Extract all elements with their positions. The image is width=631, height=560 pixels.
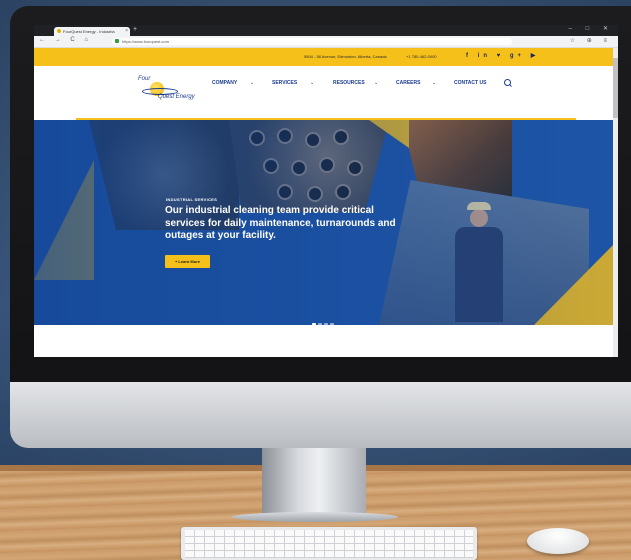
url-text: https://www.fourquest.com <box>122 39 169 44</box>
monitor-chin <box>10 382 631 448</box>
chevron-down-icon[interactable]: ⌄ <box>250 80 254 86</box>
url-field[interactable]: https://www.fourquest.com <box>112 38 512 45</box>
keyboard <box>181 527 477 560</box>
nav-item-careers[interactable]: CAREERS <box>396 80 420 86</box>
window-controls[interactable]: – □ ✕ <box>569 25 614 32</box>
site-navigation: Four Quest Energy COMPANY ⌄ SERVICES ⌄ R… <box>34 66 618 120</box>
nav-item-company[interactable]: COMPANY <box>212 80 237 86</box>
tab-title: FourQuest Energy - Industria <box>63 29 115 34</box>
monitor-stand <box>262 440 366 518</box>
social-icons[interactable]: f in ♥ g+ ▶ <box>466 52 539 59</box>
nav-item-resources[interactable]: RESOURCES <box>333 80 365 86</box>
browser-address-bar: ← → C ⌂ https://www.fourquest.com ☆ ⊕ ≡ <box>34 36 618 48</box>
slider-dots <box>312 314 336 325</box>
logo-text-top: Four <box>138 76 151 82</box>
fourquest-logo[interactable]: Four Quest Energy <box>138 76 198 106</box>
chevron-down-icon[interactable]: ⌄ <box>310 80 314 86</box>
site-top-bar: 5504 - 58 Avenue, Edmonton, Alberta, Can… <box>34 48 618 66</box>
chevron-down-icon[interactable]: ⌄ <box>374 80 378 86</box>
nav-item-services[interactable]: SERVICES <box>272 80 297 86</box>
browser-tab-bar: FourQuest Energy - Industria × + – □ ✕ <box>34 25 618 36</box>
lock-icon <box>115 39 119 43</box>
chevron-down-icon[interactable]: ⌄ <box>432 80 436 86</box>
hero-eyebrow: INDUSTRIAL SERVICES <box>166 197 218 202</box>
new-tab-icon[interactable]: + <box>133 26 137 33</box>
monitor-screen: FourQuest Energy - Industria × + – □ ✕ ←… <box>34 25 618 357</box>
scrollbar[interactable] <box>613 48 618 357</box>
phone-text[interactable]: +1 780-462-0000 <box>406 54 437 59</box>
browser-tool-icons[interactable]: ☆ ⊕ ≡ <box>570 37 612 44</box>
browser-nav-icons[interactable]: ← → C ⌂ <box>39 37 92 43</box>
tab-close-icon[interactable]: × <box>125 27 128 36</box>
logo-text-bottom: Quest Energy <box>158 94 195 100</box>
hero-banner: INDUSTRIAL SERVICES Our industrial clean… <box>34 120 618 325</box>
keyboard-key-rows <box>185 530 473 558</box>
nav-item-contact-us[interactable]: CONTACT US <box>454 80 486 86</box>
browser-tab[interactable]: FourQuest Energy - Industria × <box>54 27 130 36</box>
monitor-stand-base <box>232 512 398 522</box>
search-icon[interactable] <box>504 79 511 86</box>
mouse <box>527 528 589 554</box>
page-content-area <box>34 325 618 357</box>
scrollbar-thumb[interactable] <box>613 58 618 118</box>
learn-more-button[interactable]: + Learn More <box>165 255 210 268</box>
hero-headline: Our industrial cleaning team provide cri… <box>165 205 396 241</box>
tab-favicon-icon <box>57 29 61 33</box>
address-text: 5504 - 58 Avenue, Edmonton, Alberta, Can… <box>304 54 387 59</box>
